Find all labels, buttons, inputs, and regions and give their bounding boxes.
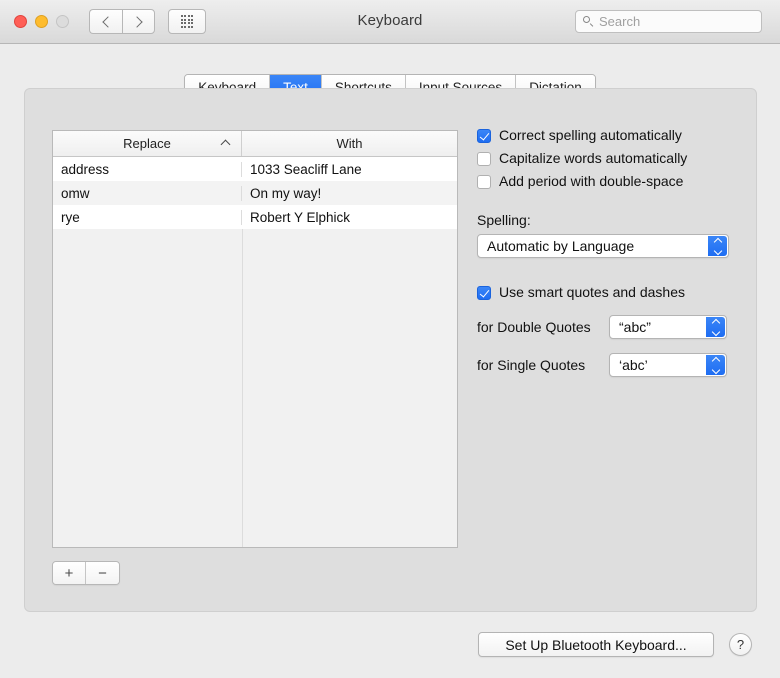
double-quotes-row: for Double Quotes “abc” [477, 315, 737, 339]
spelling-label: Spelling: [477, 212, 737, 228]
checkbox-label-add-period: Add period with double-space [499, 173, 683, 190]
cell-replace: address [53, 162, 242, 177]
checkbox-row-smart-quotes[interactable]: Use smart quotes and dashes [477, 284, 737, 301]
spelling-popup-button[interactable]: Automatic by Language [477, 234, 729, 258]
cell-replace: rye [53, 210, 242, 225]
add-remove-segmented-control: + − [52, 561, 120, 585]
title-bar: Keyboard Search [0, 0, 780, 44]
stepper-icon[interactable] [708, 236, 727, 256]
cell-replace: omw [53, 186, 242, 201]
chevron-down-icon [711, 365, 719, 373]
search-icon [583, 16, 594, 27]
help-button[interactable]: ? [729, 633, 752, 656]
checkbox-smart-quotes[interactable] [477, 286, 491, 300]
table-row[interactable]: address 1033 Seacliff Lane [53, 157, 457, 181]
search-field[interactable]: Search [575, 10, 762, 33]
remove-entry-button[interactable]: − [86, 562, 119, 584]
column-header-with-label: With [337, 136, 363, 151]
checkbox-label-capitalize-words: Capitalize words automatically [499, 150, 687, 167]
options-column: Correct spelling automatically Capitaliz… [477, 127, 737, 377]
chevron-up-icon [221, 140, 231, 150]
cell-with: On my way! [242, 186, 457, 201]
double-quotes-popup-button[interactable]: “abc” [609, 315, 727, 339]
double-quotes-label: for Double Quotes [477, 319, 609, 335]
spelling-selected-value: Automatic by Language [478, 238, 634, 254]
keyboard-preferences-window: Keyboard Search Keyboard Text Shortcuts … [0, 0, 780, 678]
chevron-down-icon [713, 246, 721, 254]
table-body: address 1033 Seacliff Lane omw On my way… [53, 157, 457, 548]
chevron-up-icon [711, 318, 719, 326]
checkbox-add-period[interactable] [477, 175, 491, 189]
chevron-up-icon [711, 356, 719, 364]
checkbox-row-add-period[interactable]: Add period with double-space [477, 173, 737, 190]
checkbox-row-capitalize-words[interactable]: Capitalize words automatically [477, 150, 737, 167]
single-quotes-popup-button[interactable]: ‘abc’ [609, 353, 727, 377]
content-panel: Replace With address 1033 Seacliff Lane … [24, 88, 757, 612]
table-header-row: Replace With [53, 131, 457, 157]
chevron-down-icon [711, 327, 719, 335]
column-divider [242, 229, 243, 548]
set-up-bluetooth-keyboard-button[interactable]: Set Up Bluetooth Keyboard... [478, 632, 714, 657]
single-quotes-label: for Single Quotes [477, 357, 609, 373]
text-replacement-table[interactable]: Replace With address 1033 Seacliff Lane … [52, 130, 458, 548]
column-header-replace-label: Replace [123, 136, 171, 151]
add-entry-button[interactable]: + [53, 562, 86, 584]
stepper-icon[interactable] [706, 317, 725, 337]
column-header-with[interactable]: With [242, 131, 457, 156]
cell-with: Robert Y Elphick [242, 210, 457, 225]
checkbox-label-smart-quotes: Use smart quotes and dashes [499, 284, 685, 301]
stepper-icon[interactable] [706, 355, 725, 375]
chevron-up-icon [713, 237, 721, 245]
search-placeholder: Search [599, 14, 640, 29]
single-quotes-selected-value: ‘abc’ [610, 357, 648, 373]
single-quotes-row: for Single Quotes ‘abc’ [477, 353, 737, 377]
table-row[interactable]: rye Robert Y Elphick [53, 205, 457, 229]
checkbox-capitalize-words[interactable] [477, 152, 491, 166]
table-row[interactable]: omw On my way! [53, 181, 457, 205]
double-quotes-selected-value: “abc” [610, 319, 651, 335]
checkbox-row-correct-spelling[interactable]: Correct spelling automatically [477, 127, 737, 144]
checkbox-label-correct-spelling: Correct spelling automatically [499, 127, 682, 144]
cell-with: 1033 Seacliff Lane [242, 162, 457, 177]
column-header-replace[interactable]: Replace [53, 131, 242, 156]
table-empty-area[interactable] [53, 229, 457, 548]
checkbox-correct-spelling[interactable] [477, 129, 491, 143]
